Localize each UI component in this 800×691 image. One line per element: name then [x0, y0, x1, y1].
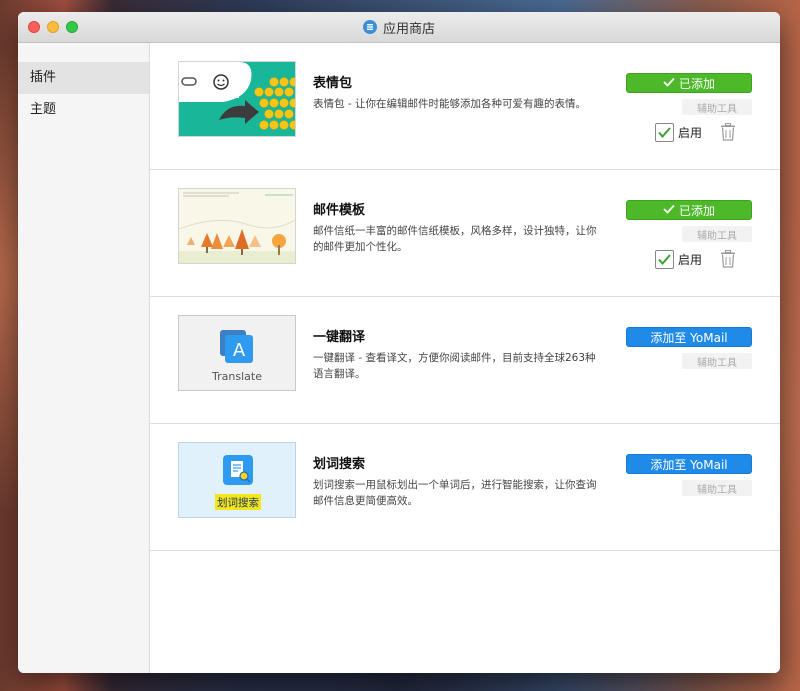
category-tag: 辅助工具: [682, 480, 752, 496]
add-to-yomail-button[interactable]: 添加至 YoMail: [626, 454, 752, 474]
translate-thumbnail-label: Translate: [212, 370, 262, 383]
app-store-icon: [362, 20, 377, 34]
category-tag: 辅助工具: [682, 99, 752, 115]
window-title-group: 应用商店: [18, 12, 780, 42]
title-bar: 应用商店: [18, 12, 780, 43]
enable-label: 启用: [677, 126, 702, 140]
app-store-window: 应用商店 插件 主题 表情包 表情包 - 让你在编辑邮件时能够添加各种可爱有趣的…: [18, 12, 780, 673]
word-search-thumbnail-label: 划词搜索: [217, 497, 259, 509]
added-button[interactable]: 已添加: [626, 200, 752, 220]
window-title: 应用商店: [382, 21, 435, 37]
plugin-name: 划词搜索: [313, 457, 366, 472]
emoji-plugin-thumbnail: [178, 61, 296, 137]
trash-icon[interactable]: [720, 250, 736, 272]
sidebar-item-plugins[interactable]: 插件: [18, 62, 149, 94]
plugin-name: 表情包: [313, 76, 353, 91]
added-button-label: 已添加: [678, 76, 715, 91]
add-to-yomail-button[interactable]: 添加至 YoMail: [626, 327, 752, 347]
translate-thumbnail: A Translate: [178, 315, 296, 391]
plugin-list: 表情包 表情包 - 让你在编辑邮件时能够添加各种可爱有趣的表情。 已添加 辅助工…: [150, 43, 780, 673]
category-tag: 辅助工具: [682, 226, 752, 242]
checkmark-icon: [663, 203, 675, 217]
plugin-card-mail-template: 邮件模板 邮件信纸一丰富的邮件信纸模板，风格多样，设计独特，让你的邮件更加个性化…: [150, 170, 780, 297]
plugin-name: 一键翻译: [313, 330, 366, 345]
mail-template-thumbnail: [178, 188, 296, 264]
enable-toggle[interactable]: 启用: [654, 250, 702, 269]
enable-label: 启用: [677, 253, 702, 267]
sidebar-item-themes[interactable]: 主题: [18, 94, 149, 126]
plugin-card-emoji: 表情包 表情包 - 让你在编辑邮件时能够添加各种可爱有趣的表情。 已添加 辅助工…: [150, 43, 780, 170]
added-button[interactable]: 已添加: [626, 73, 752, 93]
enable-toggle[interactable]: 启用: [654, 123, 702, 142]
plugin-description: 表情包 - 让你在编辑邮件时能够添加各种可爱有趣的表情。: [313, 98, 586, 110]
plugin-card-translate: A Translate 一键翻译 一键翻译 - 查看译文，方便你阅读邮件，目前支…: [150, 297, 780, 424]
word-search-thumbnail: 划词搜索: [178, 442, 296, 518]
checkmark-icon: [663, 76, 675, 90]
plugin-description: 邮件信纸一丰富的邮件信纸模板，风格多样，设计独特，让你的邮件更加个性化。: [313, 225, 597, 253]
category-tag: 辅助工具: [682, 353, 752, 369]
plugin-card-word-search: 划词搜索 划词搜索 划词搜索一用鼠标划出一个单词后，进行智能搜索，让你查询邮件信…: [150, 424, 780, 551]
enable-checkbox[interactable]: [654, 123, 674, 142]
svg-text:A: A: [233, 340, 246, 361]
plugin-name: 邮件模板: [313, 203, 366, 218]
plugin-description: 一键翻译 - 查看译文，方便你阅读邮件，目前支持全球263种语言翻译。: [313, 352, 596, 380]
trash-icon[interactable]: [720, 123, 736, 145]
plugin-description: 划词搜索一用鼠标划出一个单词后，进行智能搜索，让你查询邮件信息更简便高效。: [313, 479, 597, 507]
added-button-label: 已添加: [678, 203, 715, 218]
sidebar: 插件 主题: [18, 43, 150, 673]
enable-checkbox[interactable]: [654, 250, 674, 269]
